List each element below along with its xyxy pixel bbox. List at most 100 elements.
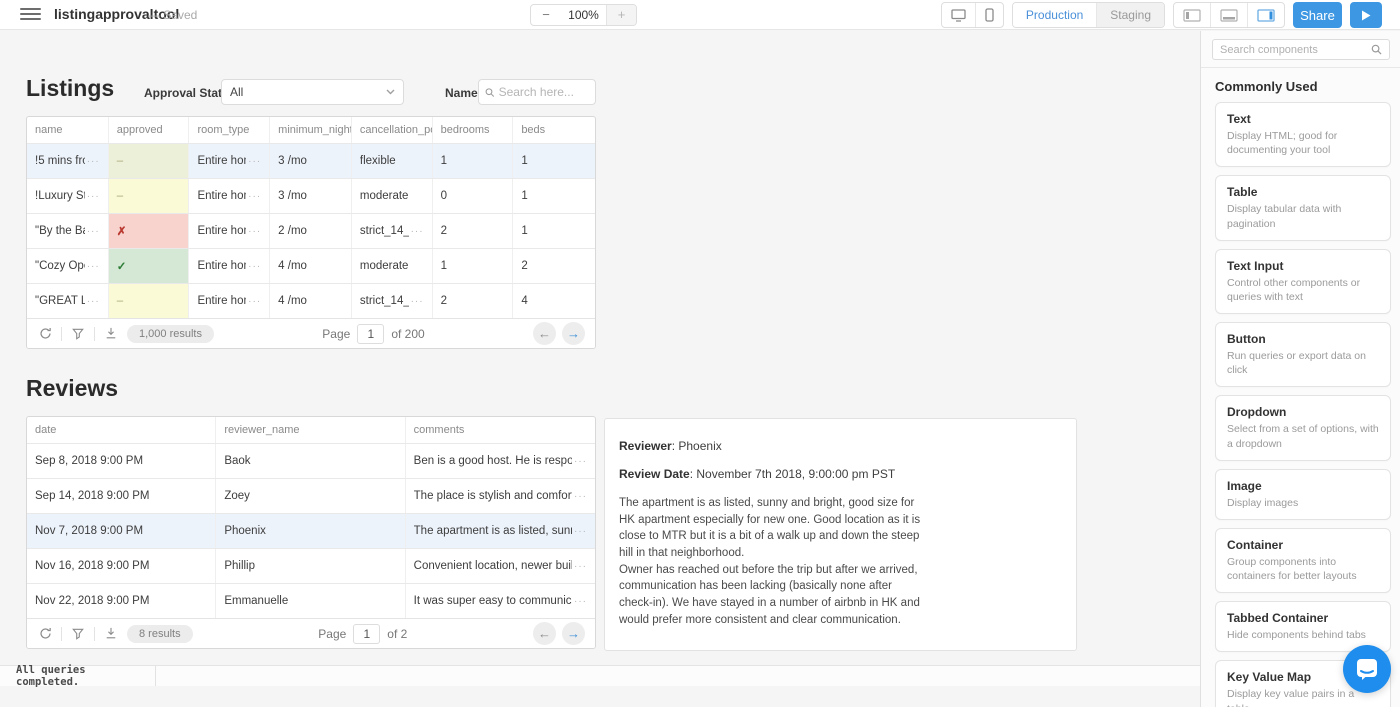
comments-cell: The apartment is as listed, sunny and··· [406,514,595,548]
bottom-panel-toggle[interactable] [1210,3,1247,27]
query-status-box: All queries completed. [0,666,156,686]
zoom-out-button[interactable]: − [531,5,561,25]
filter-icon[interactable] [70,626,86,642]
staging-toggle[interactable]: Staging [1096,3,1164,27]
component-card-title: Dropdown [1227,405,1379,419]
component-card-text[interactable]: TextDisplay HTML; good for documenting y… [1215,102,1391,167]
room-type-text: Entire home [197,295,246,307]
prev-page-button[interactable]: ← [533,322,556,345]
right-panel-toggle[interactable] [1247,3,1284,27]
status-bar: All queries completed. [0,665,1200,686]
filter-icon[interactable] [70,326,86,342]
approval-status-dropdown[interactable]: All [221,79,404,105]
mobile-icon [985,8,994,22]
download-icon[interactable] [103,326,119,342]
component-card-table[interactable]: TableDisplay tabular data with paginatio… [1215,175,1391,240]
results-count-badge: 8 results [127,625,193,643]
name-text: "GREAT LOC [35,295,85,307]
next-page-button[interactable]: → [562,322,585,345]
component-card-description: Group components into containers for bet… [1227,555,1379,583]
component-card-dropdown[interactable]: DropdownSelect from a set of options, wi… [1215,395,1391,460]
mobile-view-button[interactable] [975,3,1003,27]
page-input[interactable] [357,324,384,344]
zoom-in-button[interactable]: + [606,5,636,25]
download-icon[interactable] [103,626,119,642]
reviews-table-row[interactable]: Nov 16, 2018 9:00 PMPhillipConvenient lo… [27,548,595,583]
minimum-nights-cell: 3 /mo [270,144,352,178]
page-label: Page [322,327,350,341]
environment-toggle-group: Production Staging [1012,2,1165,28]
minimum-nights-cell: 4 /mo [270,249,352,283]
listings-table-row[interactable]: "By the Bay···✗Entire home···2 /mostrict… [27,213,595,248]
listings-table-row[interactable]: !5 mins fron···–Entire home···3 /moflexi… [27,143,595,178]
name-search-input[interactable] [499,85,589,99]
beds-cell: 4 [513,284,595,318]
column-header: name [27,117,109,143]
search-icon [1371,44,1382,55]
left-panel-toggle[interactable] [1174,3,1210,27]
comments-cell: Convenient location, newer building,··· [406,549,595,583]
column-header: reviewer_name [216,417,405,443]
component-card-container[interactable]: ContainerGroup components into container… [1215,528,1391,593]
reviews-table-row[interactable]: Sep 14, 2018 9:00 PMZoeyThe place is sty… [27,478,595,513]
column-header: beds [513,117,595,143]
component-card-text-input[interactable]: Text InputControl other components or qu… [1215,249,1391,314]
cancellation-policy-text: flexible [360,155,424,167]
component-card-title: Image [1227,479,1379,493]
listings-table-row[interactable]: "GREAT LOC···–Entire home···4 /mostrict_… [27,283,595,318]
bedrooms-cell: 2 [433,284,514,318]
reviews-table-row[interactable]: Nov 22, 2018 9:00 PMEmmanuelleIt was sup… [27,583,595,618]
room-type-text: Entire home [197,190,246,202]
minimum-nights-cell: 2 /mo [270,214,352,248]
review-date-line: Review Date: November 7th 2018, 9:00:00 … [619,467,1062,481]
cancellation-policy-cell: flexible [352,144,433,178]
cancellation-policy-text: strict_14_w [360,225,409,237]
topbar: listingapprovaltool — Saved − 100% + Pro… [0,0,1400,30]
chat-launcher-button[interactable] [1343,645,1391,693]
saved-status: — Saved [148,8,197,22]
reviews-table-body: Sep 8, 2018 9:00 PMBaokBen is a good hos… [27,443,595,618]
name-text: "By the Bay [35,225,85,237]
search-icon [485,87,495,98]
reviews-title: Reviews [26,375,118,402]
component-card-button[interactable]: ButtonRun queries or export data on clic… [1215,322,1391,387]
component-card-description: Display images [1227,496,1379,510]
pagination: Page of 200 [214,324,533,344]
component-search-input[interactable] [1220,44,1371,56]
refresh-icon[interactable] [37,626,53,642]
listings-table-row[interactable]: !Luxury Stu···–Entire home···3 /momodera… [27,178,595,213]
overflow-dots-icon: ··· [87,156,100,167]
review-detail-panel: Reviewer: Phoenix Review Date: November … [604,418,1077,651]
reviews-table-row[interactable]: Nov 7, 2018 9:00 PMPhoenixThe apartment … [27,513,595,548]
room-type-text: Entire home [197,155,246,167]
bedrooms-cell: 2 [433,214,514,248]
component-card-image[interactable]: Image Display images [1215,469,1391,520]
desktop-view-button[interactable] [942,3,975,27]
name-cell: "By the Bay··· [27,214,109,248]
run-button[interactable] [1350,2,1382,28]
zoom-control: − 100% + [530,4,637,26]
overflow-dots-icon: ··· [248,296,261,307]
listings-table-row[interactable]: "Cozy Open···✓Entire home···4 /momoderat… [27,248,595,283]
listings-table-footer: 1,000 results Page of 200 ← → [27,318,595,348]
room-type-cell: Entire home··· [189,284,270,318]
refresh-icon[interactable] [37,326,53,342]
left-panel-icon [1183,9,1201,22]
cancellation-policy-cell: moderate [352,249,433,283]
overflow-dots-icon: ··· [574,526,587,537]
page-input[interactable] [353,624,380,644]
cancellation-policy-cell: strict_14_w··· [352,214,433,248]
production-toggle[interactable]: Production [1013,3,1096,27]
room-type-cell: Entire home··· [189,179,270,213]
column-header: minimum_nights [270,117,352,143]
device-toggle-group [941,2,1004,28]
overflow-dots-icon: ··· [411,296,424,307]
share-button[interactable]: Share [1293,2,1342,28]
prev-page-button[interactable]: ← [533,622,556,645]
name-text: "Cozy Open [35,260,85,272]
next-page-button[interactable]: → [562,622,585,645]
listings-table-body: !5 mins fron···–Entire home···3 /moflexi… [27,143,595,318]
hamburger-menu-icon[interactable] [20,8,41,22]
comments-text: The apartment is as listed, sunny and [414,525,572,537]
reviews-table-row[interactable]: Sep 8, 2018 9:00 PMBaokBen is a good hos… [27,443,595,478]
